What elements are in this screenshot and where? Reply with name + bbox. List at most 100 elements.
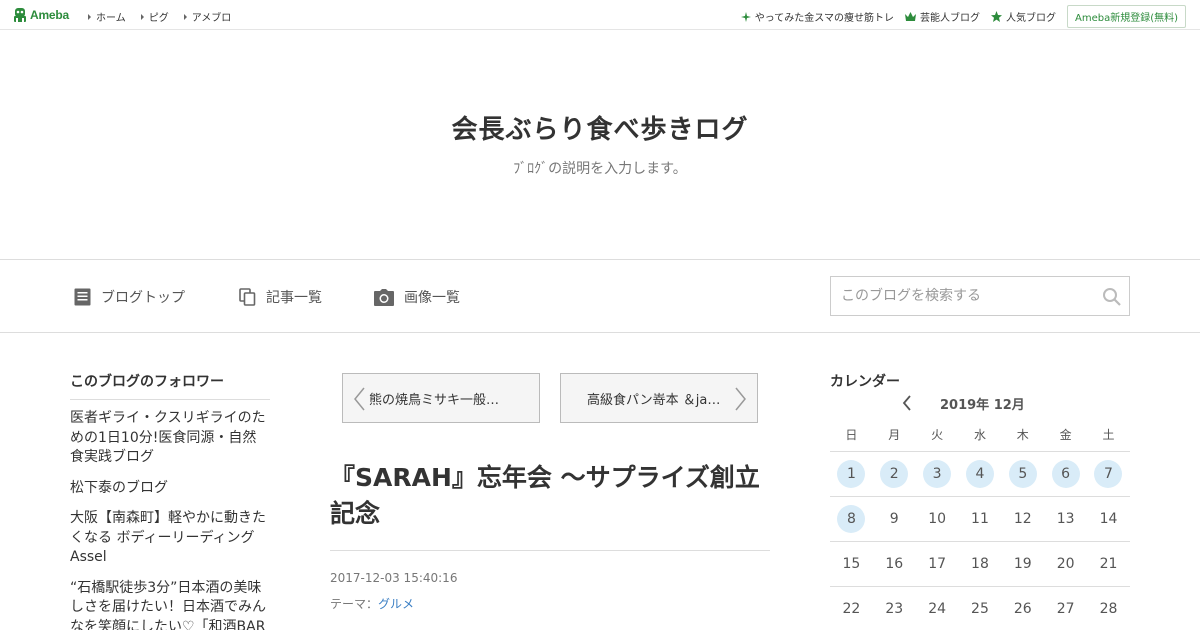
calendar-month-label: 2019年 12月 [940,398,1025,413]
next-entry-label: 高級食パン嵜本 ＆ja… [587,392,721,408]
calendar-day-with-post[interactable]: 2 [880,460,909,488]
top-nav-home[interactable]: ホーム [88,9,126,24]
calendar-week-row: 8 9 10 11 12 13 14 [830,497,1130,542]
calendar-nav: 2019年 12月 [830,393,1130,413]
calendar-cell: 22 [830,595,873,623]
calendar-day-with-post[interactable]: 3 [923,460,952,488]
celebrity-blog-link[interactable]: 芸能人ブログ [904,9,980,24]
nav-article-list[interactable]: 記事一覧 [239,287,322,307]
ameba-logo-icon [14,8,26,22]
calendar-heading: カレンダー [830,374,900,390]
blog-description: ﾌﾞﾛｸﾞの説明を入力します。 [513,161,687,177]
nav-image-list[interactable]: 画像一覧 [374,287,460,307]
calendar-day: 21 [1099,556,1118,572]
calendar-cell: 24 [916,595,959,623]
triangle-right-icon [88,13,91,20]
entry-title[interactable]: 『SARAH』忘年会 〜サプライズ創立記念 [330,460,770,532]
calendar-cell: 10 [916,505,959,533]
calendar-cell: 8 [830,505,873,533]
top-nav-ameblo[interactable]: アメブロ [183,9,231,24]
weekday-label: 日 [845,427,858,442]
copy-icon [239,288,256,306]
calendar-day: 17 [928,556,947,572]
blog-title[interactable]: 会長ぶらり食べ歩きログ [0,109,1200,146]
calendar-cell: 15 [830,550,873,578]
sparkle-icon [740,11,751,22]
trend-link-label: やってみた金スマの痩せ筋トレ [754,13,894,24]
theme-link[interactable]: グルメ [378,597,414,611]
top-nav-label: ピグ [148,13,169,24]
nav-blog-top[interactable]: ブログトップ [74,287,185,307]
document-icon [74,288,91,306]
divider [330,550,770,551]
top-right-links: やってみた金スマの痩せ筋トレ 芸能人ブログ 人気ブログ Ameba新規登録(無料… [740,5,1186,28]
calendar-day: 16 [885,556,904,572]
popular-blog-label: 人気ブログ [1005,13,1056,24]
calendar-week-row: 22 23 24 25 26 27 28 [830,587,1130,630]
search-input[interactable] [831,277,1091,315]
calendar-cell: 5 [1001,460,1044,488]
calendar-cell: 12 [1001,505,1044,533]
calendar-week-row: 15 16 17 18 19 20 21 [830,542,1130,587]
top-nav-pigg[interactable]: ピグ [140,9,169,24]
entry-date: 2017-12-03 15:40:16 [330,571,458,585]
follower-item[interactable]: 医者ギライ・クスリギライのための1日10分!医食同源・自然食実践ブログ [70,409,270,468]
calendar-day: 24 [928,601,947,617]
weekday-label: 土 [1102,427,1115,442]
calendar-day: 12 [1013,511,1032,527]
calendar-weekday-row: 日 月 火 水 木 金 土 [830,417,1130,452]
triangle-right-icon [140,13,144,20]
celebrity-blog-label: 芸能人ブログ [919,13,980,24]
chevron-left-icon [902,395,911,411]
calendar-cell: 11 [959,505,1002,533]
weekday-label: 月 [888,427,901,442]
entry-theme: テーマ：グルメ [330,595,414,612]
star-icon [990,11,1002,22]
calendar-cell: 4 [959,460,1002,488]
blog-search [830,276,1130,316]
calendar-cell: 25 [959,595,1002,623]
follower-item[interactable]: “石橋駅徒歩3分”日本酒の美味しさを届けたい！日本酒でみんなを笑顔にしたい♡「和… [70,579,270,630]
calendar-prev-button[interactable] [902,395,912,415]
calendar-day-with-post[interactable]: 4 [965,460,994,488]
calendar-cell: 28 [1087,595,1130,623]
calendar-day: 15 [842,556,861,572]
calendar-cell: 14 [1087,505,1130,533]
calendar-cell: 19 [1001,550,1044,578]
calendar-day-with-post[interactable]: 8 [837,505,866,533]
top-nav-label: ホーム [96,13,126,24]
follower-item[interactable]: 大阪【南森町】軽やかに動きたくなる ボディーリーディングAssel [70,509,270,568]
weekday-label: 木 [1016,427,1029,442]
calendar-day: 18 [971,556,989,572]
prev-entry-button[interactable]: 熊の焼鳥ミサキ一般… [342,373,540,423]
nav-blog-top-label: ブログトップ [101,290,185,306]
follower-item[interactable]: 松下泰のブログ [70,479,270,499]
calendar-day: 11 [971,511,989,527]
calendar-day-with-post[interactable]: 7 [1094,460,1123,488]
trend-link[interactable]: やってみた金スマの痩せ筋トレ [740,9,894,24]
calendar-day: 26 [1013,601,1032,617]
ameba-logo[interactable]: Ameba [13,7,69,23]
calendar-day-with-post[interactable]: 6 [1051,460,1080,488]
calendar-cell: 7 [1087,460,1130,488]
calendar-day-with-post[interactable]: 5 [1008,460,1037,488]
follower-list: 医者ギライ・クスリギライのための1日10分!医食同源・自然食実践ブログ 松下泰の… [70,409,270,630]
calendar-cell: 9 [873,505,916,533]
calendar-cell: 21 [1087,550,1130,578]
calendar-day: 23 [885,601,904,617]
calendar-cell: 1 [830,460,873,488]
popular-blog-link[interactable]: 人気ブログ [990,9,1056,24]
theme-prefix: テーマ： [330,597,379,611]
prev-entry-label: 熊の焼鳥ミサキ一般… [369,392,500,408]
chevron-right-icon [735,387,746,411]
calendar-cell: 2 [873,460,916,488]
next-entry-button[interactable]: 高級食パン嵜本 ＆ja… [560,373,758,423]
calendar-day: 10 [928,511,947,527]
register-button[interactable]: Ameba新規登録(無料) [1066,5,1186,28]
top-bar: Ameba ホーム ピグ アメブロ やってみた金スマの痩せ筋トレ 芸能人ブログ … [0,0,1200,30]
calendar-day-with-post[interactable]: 1 [837,460,866,488]
calendar-day: 9 [889,511,899,527]
calendar-day: 27 [1056,601,1075,617]
triangle-right-icon [183,13,187,20]
search-icon[interactable] [1102,287,1121,310]
